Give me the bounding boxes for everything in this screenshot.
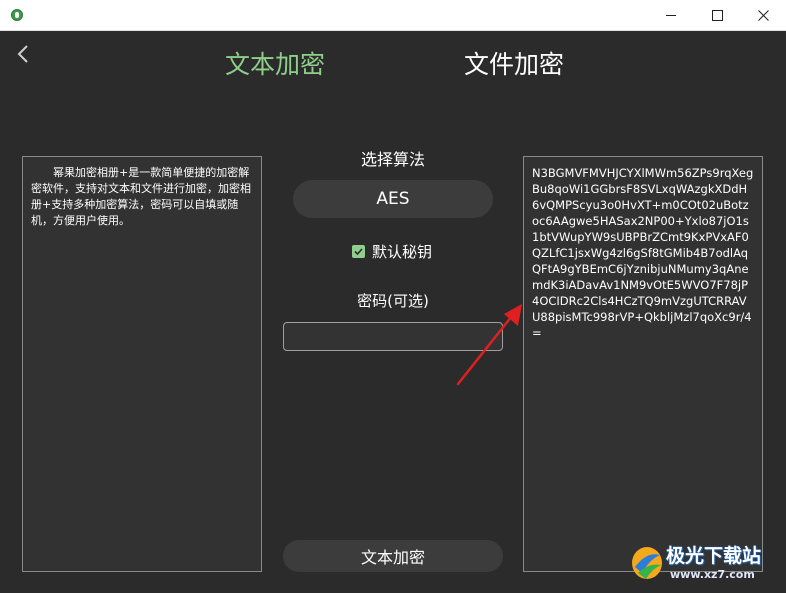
algorithm-label: 选择算法 [360, 150, 425, 169]
minimize-icon [666, 14, 676, 16]
watermark-url: www.xz7.com [670, 568, 755, 581]
close-button[interactable] [740, 0, 786, 30]
input-text: 幂果加密相册+是一款简单便捷的加密解密软件，支持对文本和文件进行加密，加密相册+… [31, 166, 251, 227]
chevron-left-icon [17, 45, 28, 63]
watermark-logo-icon [632, 547, 662, 579]
checkmark-icon [354, 247, 363, 255]
default-key-toggle[interactable]: 默认秘钥 [352, 240, 432, 262]
back-button[interactable] [14, 42, 34, 66]
algorithm-selector[interactable]: AES [293, 180, 493, 218]
input-text-area[interactable]: 幂果加密相册+是一款简单便捷的加密解密软件，支持对文本和文件进行加密，加密相册+… [22, 156, 262, 572]
tab-file-encrypt[interactable]: 文件加密 [464, 48, 564, 82]
default-key-label: 默认秘钥 [372, 242, 433, 261]
title-bar [0, 0, 786, 31]
output-text: N3BGMVFMVHJCYXlMWm56ZPs9rqXegBu8qoWi1GGb… [532, 166, 754, 340]
output-text-area[interactable]: N3BGMVFMVHJCYXlMWm56ZPs9rqXegBu8qoWi1GGb… [523, 156, 763, 572]
default-key-checkbox[interactable] [352, 244, 365, 258]
minimize-button[interactable] [648, 0, 694, 30]
tab-text-encrypt[interactable]: 文本加密 [225, 48, 325, 82]
watermark: 极光下载站 www.xz7.com [630, 541, 780, 587]
annotation-arrow-icon [456, 304, 522, 386]
app-icon [11, 9, 23, 21]
watermark-name: 极光下载站 [666, 545, 762, 567]
close-icon [757, 9, 769, 21]
encrypt-text-button[interactable]: 文本加密 [283, 540, 503, 572]
maximize-button[interactable] [694, 0, 740, 30]
maximize-icon [711, 9, 723, 21]
